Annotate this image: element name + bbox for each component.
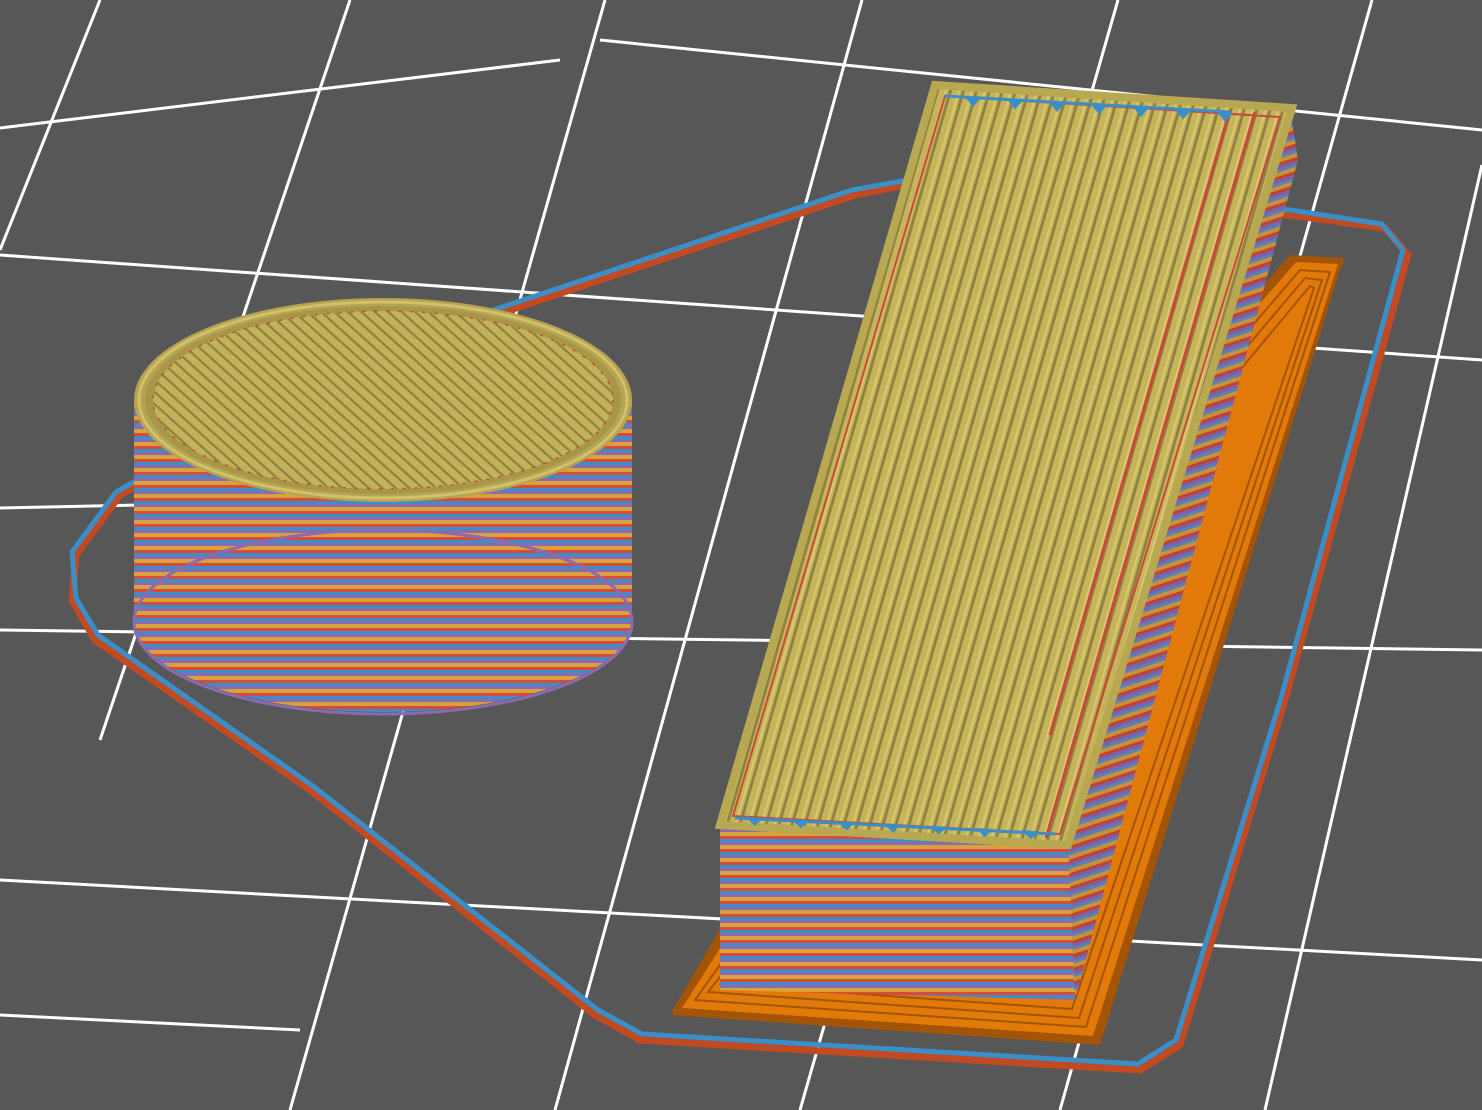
gcode-preview-scene[interactable] <box>0 0 1482 1110</box>
grid-line <box>0 503 141 510</box>
grid-line <box>0 1013 301 1032</box>
grid-line <box>0 58 561 130</box>
3d-viewport[interactable] <box>0 0 1482 1110</box>
cylinder-part <box>132 298 634 716</box>
